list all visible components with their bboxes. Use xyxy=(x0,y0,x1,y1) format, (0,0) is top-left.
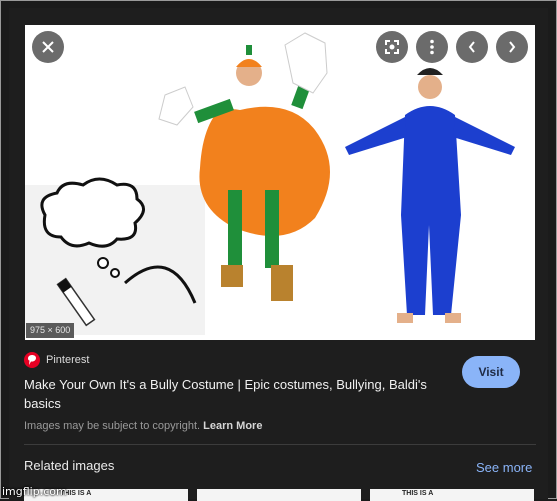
chevron-left-icon xyxy=(468,41,475,53)
copyright-notice: Images may be subject to copyright. Lear… xyxy=(24,420,262,432)
learn-more-link[interactable]: Learn More xyxy=(203,420,262,432)
lens-button[interactable] xyxy=(376,31,408,63)
visit-button[interactable]: Visit xyxy=(462,356,520,388)
copyright-text: Images may be subject to copyright. xyxy=(24,420,201,432)
more-vert-icon xyxy=(430,39,434,55)
source-name: Pinterest xyxy=(46,354,90,366)
close-icon xyxy=(42,41,54,53)
related-images-heading: Related images xyxy=(24,458,115,473)
chevron-right-icon xyxy=(509,41,516,53)
lens-icon xyxy=(385,40,399,54)
image-dimensions-badge: 975 × 600 xyxy=(26,323,75,338)
divider xyxy=(24,444,536,445)
result-title-link[interactable]: Make Your Own It's a Bully Costume | Epi… xyxy=(24,375,444,413)
imgflip-watermark: imgflip.com xyxy=(2,485,67,498)
related-thumbnail[interactable] xyxy=(197,489,361,501)
preview-image[interactable] xyxy=(25,25,535,340)
close-button[interactable] xyxy=(32,31,64,63)
next-image-button[interactable] xyxy=(496,31,528,63)
thumbnail-text: THIS IS A xyxy=(402,490,434,497)
costume-photo xyxy=(25,32,515,335)
source-row[interactable]: Pinterest xyxy=(24,352,89,368)
related-thumbnail[interactable]: THIS IS A xyxy=(370,489,534,501)
pinterest-icon xyxy=(24,352,40,368)
more-options-button[interactable] xyxy=(416,31,448,63)
see-more-link[interactable]: See more xyxy=(476,460,532,475)
previous-image-button[interactable] xyxy=(456,31,488,63)
